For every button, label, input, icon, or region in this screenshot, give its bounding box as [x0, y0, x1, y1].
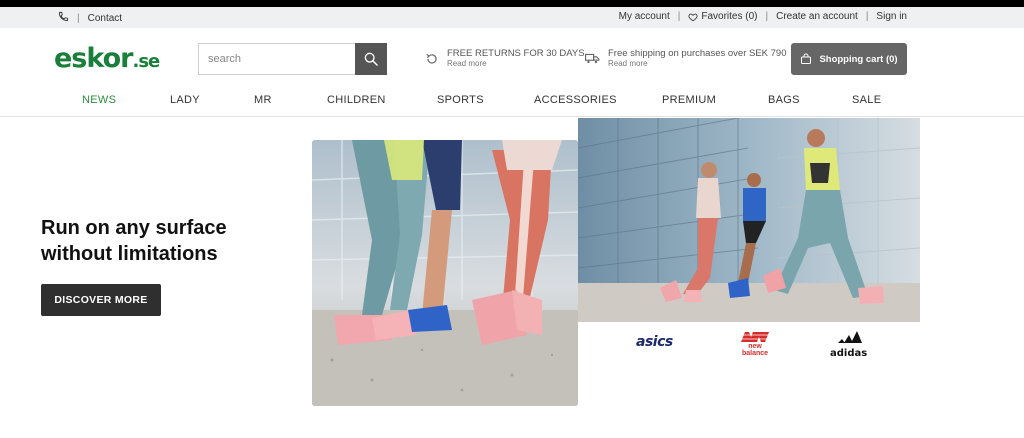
nav-item-lady[interactable]: LADY	[170, 94, 200, 106]
search-input[interactable]	[198, 43, 355, 75]
search-icon	[364, 52, 378, 66]
logo-main: eskor	[54, 43, 133, 74]
usp-shipping-read-more[interactable]: Read more	[608, 59, 787, 69]
usp-shipping-title: Free shipping on purchases over SEK 790	[608, 48, 787, 59]
return-arrow-icon	[426, 53, 437, 64]
favorites-link[interactable]: Favorites (0)	[688, 11, 757, 22]
hero-text-block: Run on any surface without limitations	[41, 215, 271, 267]
main-nav: NEWS LADY MR CHILDREN SPORTS ACCESSORIES…	[0, 90, 1024, 117]
usp-returns-title: FREE RETURNS FOR 30 DAYS	[447, 48, 585, 59]
nav-item-news[interactable]: NEWS	[82, 94, 116, 106]
separator: |	[765, 11, 769, 22]
nav-item-bags[interactable]: BAGS	[768, 94, 800, 106]
utility-right: My account | Favorites (0) | Create an a…	[619, 11, 907, 22]
separator: |	[865, 11, 869, 22]
hero-image-runners[interactable]	[578, 118, 920, 322]
header: eskor.se FREE RETURNS FOR 30 DAYS Read m…	[0, 28, 1024, 90]
favorites-label: Favorites (0)	[701, 11, 758, 22]
logo-tld: .se	[132, 51, 160, 72]
truck-icon	[585, 53, 600, 64]
new-balance-logo[interactable]: new balance	[735, 331, 775, 357]
brand-logo-row: asics new balance adidas	[578, 328, 920, 361]
adidas-label: adidas	[830, 348, 868, 359]
contact-link[interactable]: Contact	[88, 13, 122, 24]
adidas-stripes-mark	[837, 331, 862, 343]
nav-item-children[interactable]: CHILDREN	[327, 94, 386, 106]
usp-returns-read-more[interactable]: Read more	[447, 59, 585, 69]
hero-title: Run on any surface without limitations	[41, 217, 227, 265]
asics-logo[interactable]: asics	[636, 334, 673, 350]
utility-left: | Contact	[58, 11, 122, 25]
usp-free-shipping[interactable]: Free shipping on purchases over SEK 790 …	[585, 48, 787, 69]
hero-image-legs[interactable]	[312, 140, 578, 406]
search-button[interactable]	[355, 43, 387, 75]
create-account-link[interactable]: Create an account	[776, 11, 858, 22]
site-logo[interactable]: eskor.se	[54, 43, 160, 74]
my-account-link[interactable]: My account	[619, 11, 670, 22]
phone-icon[interactable]	[58, 11, 69, 25]
sign-in-link[interactable]: Sign in	[876, 11, 907, 22]
shopping-bag-icon	[801, 53, 812, 64]
separator: |	[77, 12, 80, 24]
usp-free-returns[interactable]: FREE RETURNS FOR 30 DAYS Read more	[425, 48, 585, 69]
search-bar	[198, 43, 387, 75]
nav-item-mr[interactable]: MR	[254, 94, 272, 106]
cart-label: Shopping cart (0)	[819, 53, 898, 65]
heart-icon	[688, 13, 698, 21]
new-balance-mark	[739, 332, 771, 342]
utility-bar: | Contact My account | Favorites (0) | C…	[0, 7, 1024, 28]
new-balance-label: new balance	[741, 343, 769, 357]
adidas-logo[interactable]: adidas	[830, 331, 867, 361]
nav-item-sale[interactable]: SALE	[852, 94, 881, 106]
nav-item-sports[interactable]: SPORTS	[437, 94, 484, 106]
shopping-cart-button[interactable]: Shopping cart (0)	[791, 43, 907, 75]
separator: |	[677, 11, 681, 22]
top-black-strip	[0, 0, 1024, 7]
nav-item-premium[interactable]: PREMIUM	[662, 94, 716, 106]
nav-item-accessories[interactable]: ACCESSORIES	[534, 94, 617, 106]
discover-more-button[interactable]: DISCOVER MORE	[41, 284, 161, 316]
